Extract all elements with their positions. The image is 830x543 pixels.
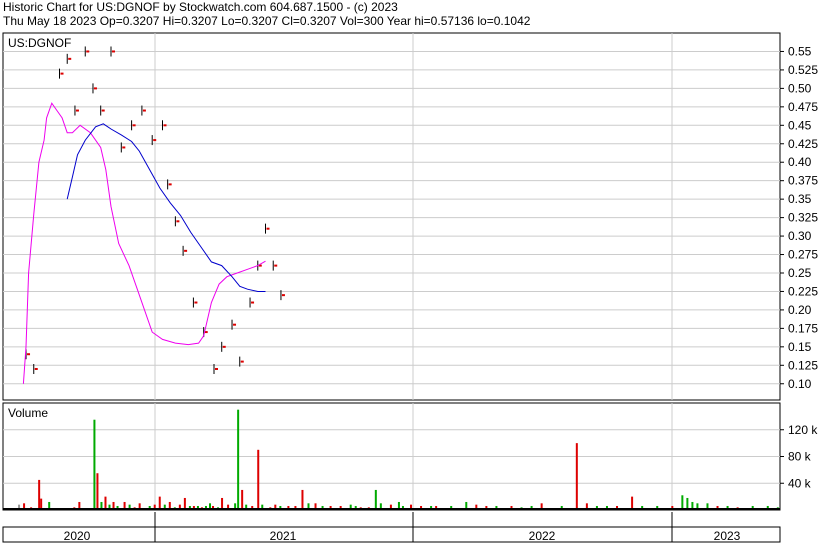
price-tick-label: 0.45 (788, 118, 812, 132)
volume-bar (631, 496, 634, 510)
time-axis: 2020 2021 2022 2023 (2, 512, 781, 543)
volume-bar (575, 443, 578, 510)
volume-bar (241, 489, 244, 510)
price-tick-label: 0.425 (788, 137, 818, 151)
close-marker (86, 50, 90, 53)
close-marker (184, 249, 188, 252)
price-tick-label: 0.55 (788, 44, 812, 58)
volume-tick-label: 80 k (788, 450, 812, 464)
close-marker (75, 109, 79, 112)
price-tick-label: 0.275 (788, 248, 818, 262)
price-tick-label: 0.175 (788, 321, 818, 335)
volume-bar (681, 495, 684, 510)
price-tick-label: 0.10 (788, 377, 812, 391)
volume-panel: Volume 120 k 80 k 40 k (2, 402, 818, 511)
price-tick-label: 0.475 (788, 100, 818, 114)
price-tick-label: 0.40 (788, 155, 812, 169)
volume-bar (38, 479, 41, 510)
close-marker (233, 323, 237, 326)
close-marker (168, 183, 172, 186)
close-marker (112, 50, 115, 53)
close-marker (68, 57, 72, 60)
price-tick-label: 0.35 (788, 192, 812, 206)
volume-bar (158, 496, 161, 510)
close-marker (194, 301, 198, 304)
year-label: 2020 (64, 529, 91, 543)
price-tick-label: 0.20 (788, 303, 812, 317)
volume-tick-label: 120 k (788, 423, 818, 437)
price-tick-label: 0.25 (788, 266, 812, 280)
volume-bar (301, 489, 304, 510)
close-marker (266, 227, 270, 230)
close-marker (274, 264, 278, 267)
volume-bar (104, 496, 107, 510)
close-marker (122, 146, 126, 149)
price-tick-label: 0.225 (788, 284, 818, 298)
close-marker (251, 301, 255, 304)
close-marker (163, 124, 167, 127)
volume-bar (93, 419, 96, 510)
year-label: 2023 (714, 529, 741, 543)
price-tick-label: 0.50 (788, 81, 812, 95)
close-marker (93, 87, 97, 90)
close-marker (281, 294, 285, 297)
volume-tick-label: 40 k (788, 476, 812, 490)
stock-chart: 0.55 0.525 0.50 0.475 0.45 0.425 0.40 0.375 0.35… (2, 32, 818, 543)
price-tick-label: 0.325 (788, 211, 818, 225)
year-label: 2022 (529, 529, 556, 543)
close-marker (142, 109, 146, 112)
volume-bar (257, 449, 260, 510)
close-marker (222, 345, 226, 348)
volume-bar (96, 473, 99, 510)
close-marker (27, 353, 31, 356)
symbol-label: US:DGNOF (8, 36, 71, 50)
volume-bar (237, 409, 240, 510)
close-marker (60, 72, 64, 75)
price-tick-label: 0.15 (788, 340, 812, 354)
volume-bar (374, 489, 377, 510)
close-marker (153, 139, 157, 142)
close-marker (132, 124, 136, 127)
price-panel: 0.55 0.525 0.50 0.475 0.45 0.425 0.40 0.375 0.35… (2, 32, 818, 401)
close-marker (101, 109, 105, 112)
price-tick-label: 0.125 (788, 358, 818, 372)
time-axis-frame (2, 526, 781, 543)
close-marker (34, 367, 38, 370)
price-tick-label: 0.30 (788, 229, 812, 243)
price-tick-label: 0.375 (788, 174, 818, 188)
volume-title: Volume (8, 406, 48, 420)
close-marker (240, 360, 244, 363)
price-tick-label: 0.525 (788, 63, 818, 77)
close-marker (215, 367, 218, 370)
year-label: 2021 (270, 529, 297, 543)
close-marker (176, 220, 180, 223)
